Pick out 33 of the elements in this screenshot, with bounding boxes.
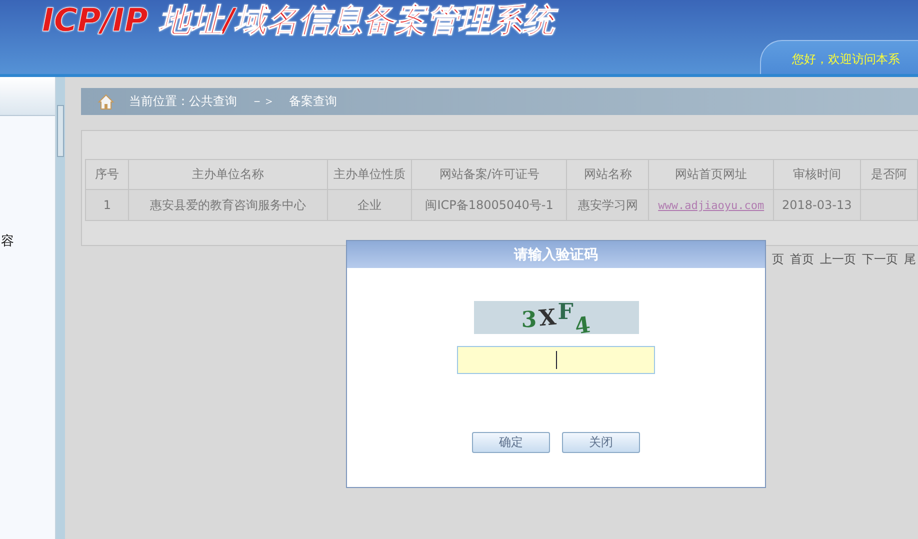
table-cell: 企业 [357, 196, 382, 214]
pager-link[interactable]: 页 [772, 251, 784, 268]
table-cell: 2018-03-13 [782, 198, 852, 212]
column-header: 是否阿 [870, 166, 907, 183]
captcha-image[interactable]: 3XF4 [474, 301, 638, 334]
splitter-handle[interactable] [57, 105, 64, 157]
breadcrumb-current: 备案查询 [289, 93, 337, 110]
pager-link[interactable]: 首页 [790, 251, 814, 268]
breadcrumb-label: 当前位置：公共查询 [129, 93, 237, 110]
column-header: 网站名称 [584, 166, 632, 183]
close-button[interactable]: 关闭 [562, 432, 640, 453]
sidebar-item[interactable]: 容 [1, 232, 14, 250]
column-header: 审核时间 [792, 166, 841, 183]
dialog-title: 请输入验证码 [347, 241, 765, 268]
sidebar-header [0, 77, 55, 116]
column-header: 网站首页网址 [675, 166, 748, 183]
home-icon[interactable] [97, 92, 115, 110]
table-cell: 惠安学习网 [578, 196, 638, 214]
welcome-text: 您好，欢迎访问本系 [792, 51, 900, 68]
pager-link[interactable]: 上一页 [820, 251, 856, 268]
confirm-button[interactable]: 确定 [472, 432, 550, 453]
column-header: 主办单位名称 [192, 166, 264, 183]
pager-link[interactable]: 尾 [904, 251, 916, 268]
table-cell: 1 [103, 198, 112, 212]
column-header: 主办单位性质 [333, 166, 406, 183]
breadcrumb-arrow: －＞ [251, 93, 275, 110]
captcha-input-field[interactable] [457, 346, 655, 374]
pager-link[interactable]: 下一页 [862, 251, 898, 268]
table-cell: 惠安县爱的教育咨询服务中心 [150, 196, 306, 214]
table-cell: 闽ICP备18005040号-1 [425, 196, 554, 214]
column-header: 序号 [95, 166, 120, 183]
column-header: 网站备案/许可证号 [439, 166, 540, 183]
splitter[interactable] [56, 77, 65, 539]
